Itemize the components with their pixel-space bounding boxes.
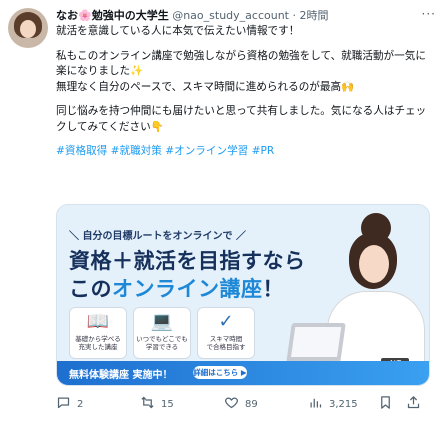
hashtags[interactable]: #資格取得 #就職対策 #オンライン学習 #PR	[56, 144, 436, 160]
laptop-icon	[286, 323, 346, 363]
details-button[interactable]: 詳細はこちら ▶	[193, 366, 247, 379]
tweet: なお🌸勉強中の大学生 @nao_study_account · 2時間 ··· …	[0, 0, 448, 448]
headline-prefix: この	[69, 277, 112, 301]
bookmark-button[interactable]	[378, 395, 406, 414]
bookmark-icon	[378, 395, 393, 414]
views-icon	[308, 395, 323, 414]
views-button[interactable]: 3,215	[308, 395, 378, 414]
like-button[interactable]: 89	[224, 395, 308, 414]
headline-suffix: ！	[262, 277, 284, 301]
reply-icon	[56, 395, 71, 414]
reply-button[interactable]: 2	[56, 395, 140, 414]
tweet-paragraph-3: 同じ悩みを持つ仲間にも届けたいと思って共有しました。気になる人はチェックしてみて…	[56, 105, 427, 133]
headline-accent: オンライン講座	[112, 277, 263, 301]
footer-text: 無料体験講座 実施中！	[69, 370, 173, 381]
avatar-face	[20, 20, 36, 38]
card-subheading: ＼ 自分の目標ルートをオンラインで ／	[69, 231, 246, 242]
more-options-icon[interactable]: ···	[422, 7, 436, 21]
feature-label: いつでもどこでも 学習できる	[136, 335, 188, 351]
retweet-button[interactable]: 15	[140, 395, 224, 414]
feature-label: スキマ時間 で合格目指す	[206, 335, 246, 351]
feature-card: ✓ スキマ時間 で合格目指す	[197, 307, 255, 359]
views-count: 3,215	[329, 398, 358, 410]
feature-card: 📖 基礎から学べる 充実した講座	[69, 307, 127, 359]
face	[359, 245, 389, 283]
tweet-header: なお🌸勉強中の大学生 @nao_study_account · 2時間 ···	[56, 7, 436, 25]
tweet-paragraph-2: 私もこのオンライン講座で勉強しながら資格の勉強をして、就職活動が一気に楽になりま…	[56, 49, 426, 93]
avatar[interactable]	[8, 8, 48, 48]
check-icon: ✓	[218, 311, 234, 332]
laptop-feature-icon: 💻	[150, 311, 174, 332]
timestamp[interactable]: 2時間	[299, 9, 328, 22]
feature-card: 💻 いつでもどこでも 学習できる	[133, 307, 191, 359]
action-bar: 2 15 89 3,215	[56, 394, 436, 414]
heart-icon	[224, 395, 239, 414]
ad-image-card[interactable]: ＼ 自分の目標ルートをオンラインで ／ 資格＋就活を目指すなら このオンライン講…	[56, 204, 430, 386]
feature-list: 📖 基礎から学べる 充実した講座 💻 いつでもどこでも 学習できる ✓ スキマ時…	[69, 307, 255, 359]
card-footer-bar: 無料体験講座 実施中！ 詳細はこちら ▶	[57, 361, 429, 385]
tweet-paragraph-1: 就活を意識している人に本気で伝えたい情報です！	[56, 25, 300, 37]
feature-label: 基礎から学べる 充実した講座	[75, 335, 121, 351]
reply-count: 2	[77, 398, 84, 410]
retweet-icon	[140, 395, 155, 414]
display-name[interactable]: なお🌸勉強中の大学生	[56, 9, 169, 22]
card-headline-1: 資格＋就活を目指すなら	[69, 249, 306, 273]
retweet-count: 15	[161, 398, 174, 410]
user-handle[interactable]: @nao_study_account	[172, 9, 289, 22]
like-count: 89	[245, 398, 258, 410]
book-icon: 📖	[86, 311, 110, 332]
laptop-screen	[291, 327, 342, 357]
share-icon	[406, 395, 421, 414]
card-headline-2: このオンライン講座！	[69, 273, 284, 303]
tweet-text: 就活を意識している人に本気で伝えたい情報です！ 私もこのオンライン講座で勉強しな…	[56, 24, 436, 169]
share-button[interactable]	[406, 395, 430, 414]
separator-dot: ·	[292, 9, 296, 22]
